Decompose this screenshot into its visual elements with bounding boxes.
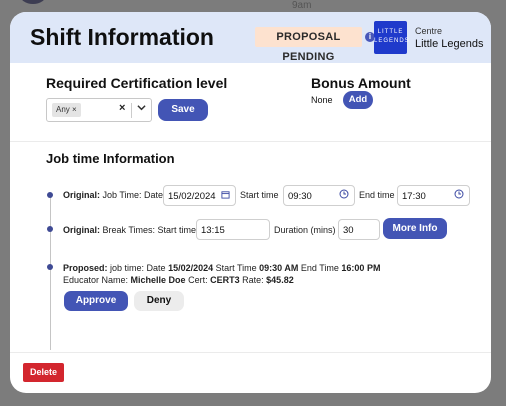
break-duration-value: 30 xyxy=(343,225,354,236)
original-break-prefix: Original: xyxy=(63,225,101,235)
section-divider xyxy=(10,141,491,142)
proposed-start: 09:30 AM xyxy=(259,263,299,273)
clock-icon[interactable] xyxy=(454,186,464,207)
clear-icon[interactable]: × xyxy=(119,102,125,114)
original-date-input[interactable]: 15/02/2024 xyxy=(163,185,236,206)
timeline-dot-original-break xyxy=(47,226,53,232)
original-start-label: Start time xyxy=(240,190,279,200)
certification-chip: Any × xyxy=(52,103,81,117)
original-end-input[interactable]: 17:30 xyxy=(397,185,470,206)
original-end-label: End time xyxy=(359,190,395,200)
original-break-text: Break Times: Start time xyxy=(102,225,197,235)
proposed-end: 16:00 PM xyxy=(341,263,381,273)
break-duration-input[interactable]: 30 xyxy=(338,219,380,240)
original-date-value: 15/02/2024 xyxy=(168,191,216,202)
more-info-button[interactable]: More Info xyxy=(383,218,447,239)
original-job-text: Job Time: Date xyxy=(102,190,164,200)
break-start-input[interactable]: 13:15 xyxy=(196,219,270,240)
proposed-t3: End Time xyxy=(300,263,339,273)
approve-button[interactable]: Approve xyxy=(64,291,128,311)
duration-label: Duration (mins) xyxy=(274,225,336,235)
original-job-label: Original: Job Time: Date xyxy=(63,190,163,200)
save-button[interactable]: Save xyxy=(158,99,208,121)
add-bonus-button[interactable]: Add xyxy=(343,91,373,109)
chip-label: Any xyxy=(56,105,70,114)
clock-icon[interactable] xyxy=(339,186,349,207)
proposed-cert: CERT3 xyxy=(210,275,240,285)
background-avatar xyxy=(20,0,46,4)
proposed-prefix: Proposed: xyxy=(63,263,108,273)
deny-button[interactable]: Deny xyxy=(134,291,184,311)
modal-title: Shift Information xyxy=(30,24,214,50)
original-end-value: 17:30 xyxy=(402,191,426,202)
original-break-label: Original: Break Times: Start time xyxy=(63,225,196,235)
proposed-details: Proposed: job time: Date 15/02/2024 Star… xyxy=(63,262,463,286)
proposed-t6: Rate: xyxy=(242,275,264,285)
centre-logo: LITTLE LEGENDS xyxy=(374,21,409,54)
proposed-t4: Educator Name: xyxy=(63,275,129,285)
select-separator xyxy=(131,103,132,118)
calendar-icon[interactable] xyxy=(221,186,230,207)
original-job-prefix: Original: xyxy=(63,190,101,200)
timeline-dot-proposed xyxy=(47,264,53,270)
proposed-educator: Michelle Doe xyxy=(130,275,186,285)
status-badge: PROPOSAL PENDING xyxy=(255,27,362,63)
delete-button[interactable]: Delete xyxy=(23,363,64,382)
bonus-heading: Bonus Amount xyxy=(311,75,411,91)
proposed-t2: Start Time xyxy=(215,263,257,273)
proposed-t1: job time: Date xyxy=(110,263,166,273)
certification-heading: Required Certification level xyxy=(46,75,228,91)
proposed-rate: $45.82 xyxy=(266,275,294,285)
shift-information-modal: Shift Information PROPOSAL PENDING i LIT… xyxy=(10,12,491,393)
footer-divider xyxy=(10,352,491,353)
proposed-date: 15/02/2024 xyxy=(168,263,214,273)
chip-remove-icon[interactable]: × xyxy=(72,105,77,114)
centre-label: Centre xyxy=(415,26,443,36)
certification-select[interactable]: Any × × xyxy=(46,98,152,122)
centre-name: Little Legends xyxy=(415,38,484,50)
modal-header: Shift Information PROPOSAL PENDING i LIT… xyxy=(10,12,491,63)
original-start-input[interactable]: 09:30 xyxy=(283,185,355,206)
proposed-t5: Cert: xyxy=(188,275,208,285)
chevron-down-icon[interactable] xyxy=(137,103,146,114)
bonus-value: None xyxy=(311,95,333,105)
timeline-line xyxy=(50,194,51,350)
timeline-dot-original-job xyxy=(47,192,53,198)
break-start-value: 13:15 xyxy=(201,225,225,236)
background-time-label: 9am xyxy=(292,0,312,11)
job-time-heading: Job time Information xyxy=(46,151,175,166)
original-start-value: 09:30 xyxy=(288,191,312,202)
